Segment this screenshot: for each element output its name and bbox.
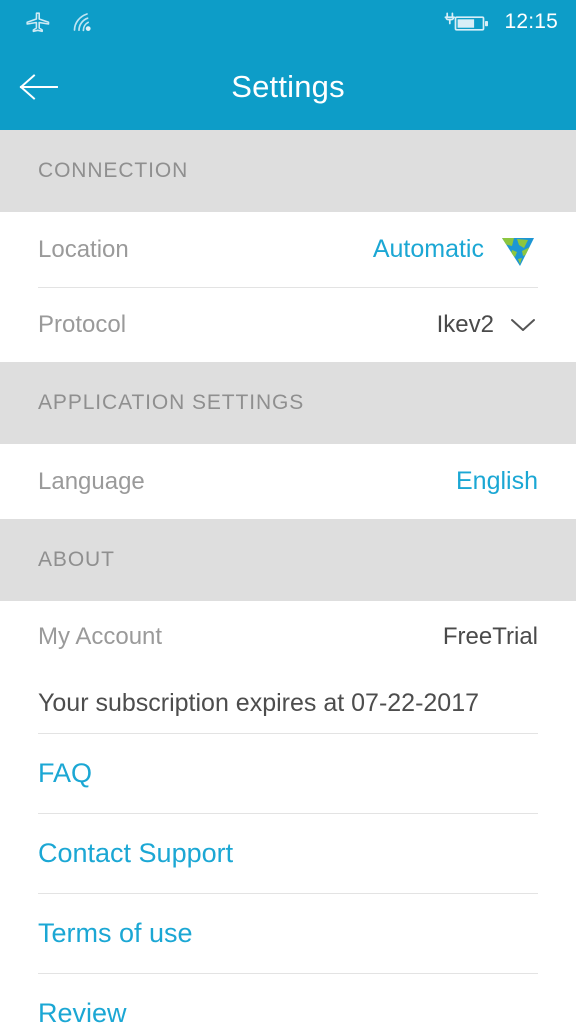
- row-protocol[interactable]: Protocol Ikev2: [0, 287, 576, 362]
- section-header-label: CONNECTION: [38, 159, 189, 182]
- back-arrow-icon: [18, 72, 62, 102]
- status-bar: 12:15: [0, 0, 576, 44]
- row-label: Protocol: [38, 310, 127, 338]
- section-header-label: ABOUT: [38, 548, 115, 571]
- wifi-icon: [70, 11, 98, 33]
- status-bar-clock: 12:15: [504, 10, 558, 33]
- row-label: Location: [38, 235, 129, 263]
- status-bar-left-icons: [26, 11, 98, 33]
- back-button[interactable]: [0, 44, 80, 130]
- section-header-label: APPLICATION SETTINGS: [38, 391, 305, 414]
- row-location[interactable]: Location Automatic: [0, 212, 576, 287]
- row-value-group: English: [456, 467, 538, 496]
- row-value: Automatic: [372, 235, 484, 263]
- app-bar: Settings: [0, 44, 576, 130]
- row-value: English: [456, 467, 538, 495]
- application-settings-rows: Language English: [0, 444, 576, 519]
- status-badge: FreeTrial: [442, 623, 538, 650]
- row-value: Ikev2: [436, 310, 494, 338]
- row-label: Language: [38, 467, 145, 495]
- page-title: Settings: [231, 69, 345, 104]
- link-label: Review: [38, 997, 127, 1024]
- subscription-expiry-note: Your subscription expires at 07-22-2017: [0, 673, 576, 733]
- about-rows: My Account FreeTrial Your subscription e…: [0, 601, 576, 1024]
- link-contact-support[interactable]: Contact Support: [0, 813, 576, 893]
- battery-charging-icon: [444, 11, 490, 33]
- airplane-icon: [26, 11, 52, 33]
- row-label: My Account: [38, 623, 163, 650]
- section-header-application-settings: APPLICATION SETTINGS: [0, 362, 576, 444]
- link-terms-of-use[interactable]: Terms of use: [0, 893, 576, 973]
- row-value-group: Ikev2: [437, 311, 538, 339]
- section-header-about: ABOUT: [0, 519, 576, 601]
- row-language[interactable]: Language English: [0, 444, 576, 519]
- link-review[interactable]: Review: [0, 973, 576, 1024]
- connection-rows: Location Automatic Protocol Ikev2: [0, 212, 576, 362]
- settings-screen: 12:15 Settings CONNECTION Location Autom…: [0, 0, 576, 1024]
- link-label: Terms of use: [38, 917, 193, 948]
- subscription-expiry-text: Your subscription expires at 07-22-2017: [38, 688, 480, 717]
- link-label: FAQ: [38, 757, 93, 788]
- link-faq[interactable]: FAQ: [0, 733, 576, 813]
- world-globe-icon: [498, 230, 538, 270]
- link-label: Contact Support: [38, 837, 234, 868]
- section-header-connection: CONNECTION: [0, 130, 576, 212]
- row-value-group: FreeTrial: [443, 623, 538, 651]
- chevron-down-icon[interactable]: [508, 315, 538, 335]
- status-bar-right-icons: 12:15: [444, 10, 558, 34]
- row-value-group: Automatic: [373, 230, 538, 270]
- row-my-account[interactable]: My Account FreeTrial: [0, 601, 576, 673]
